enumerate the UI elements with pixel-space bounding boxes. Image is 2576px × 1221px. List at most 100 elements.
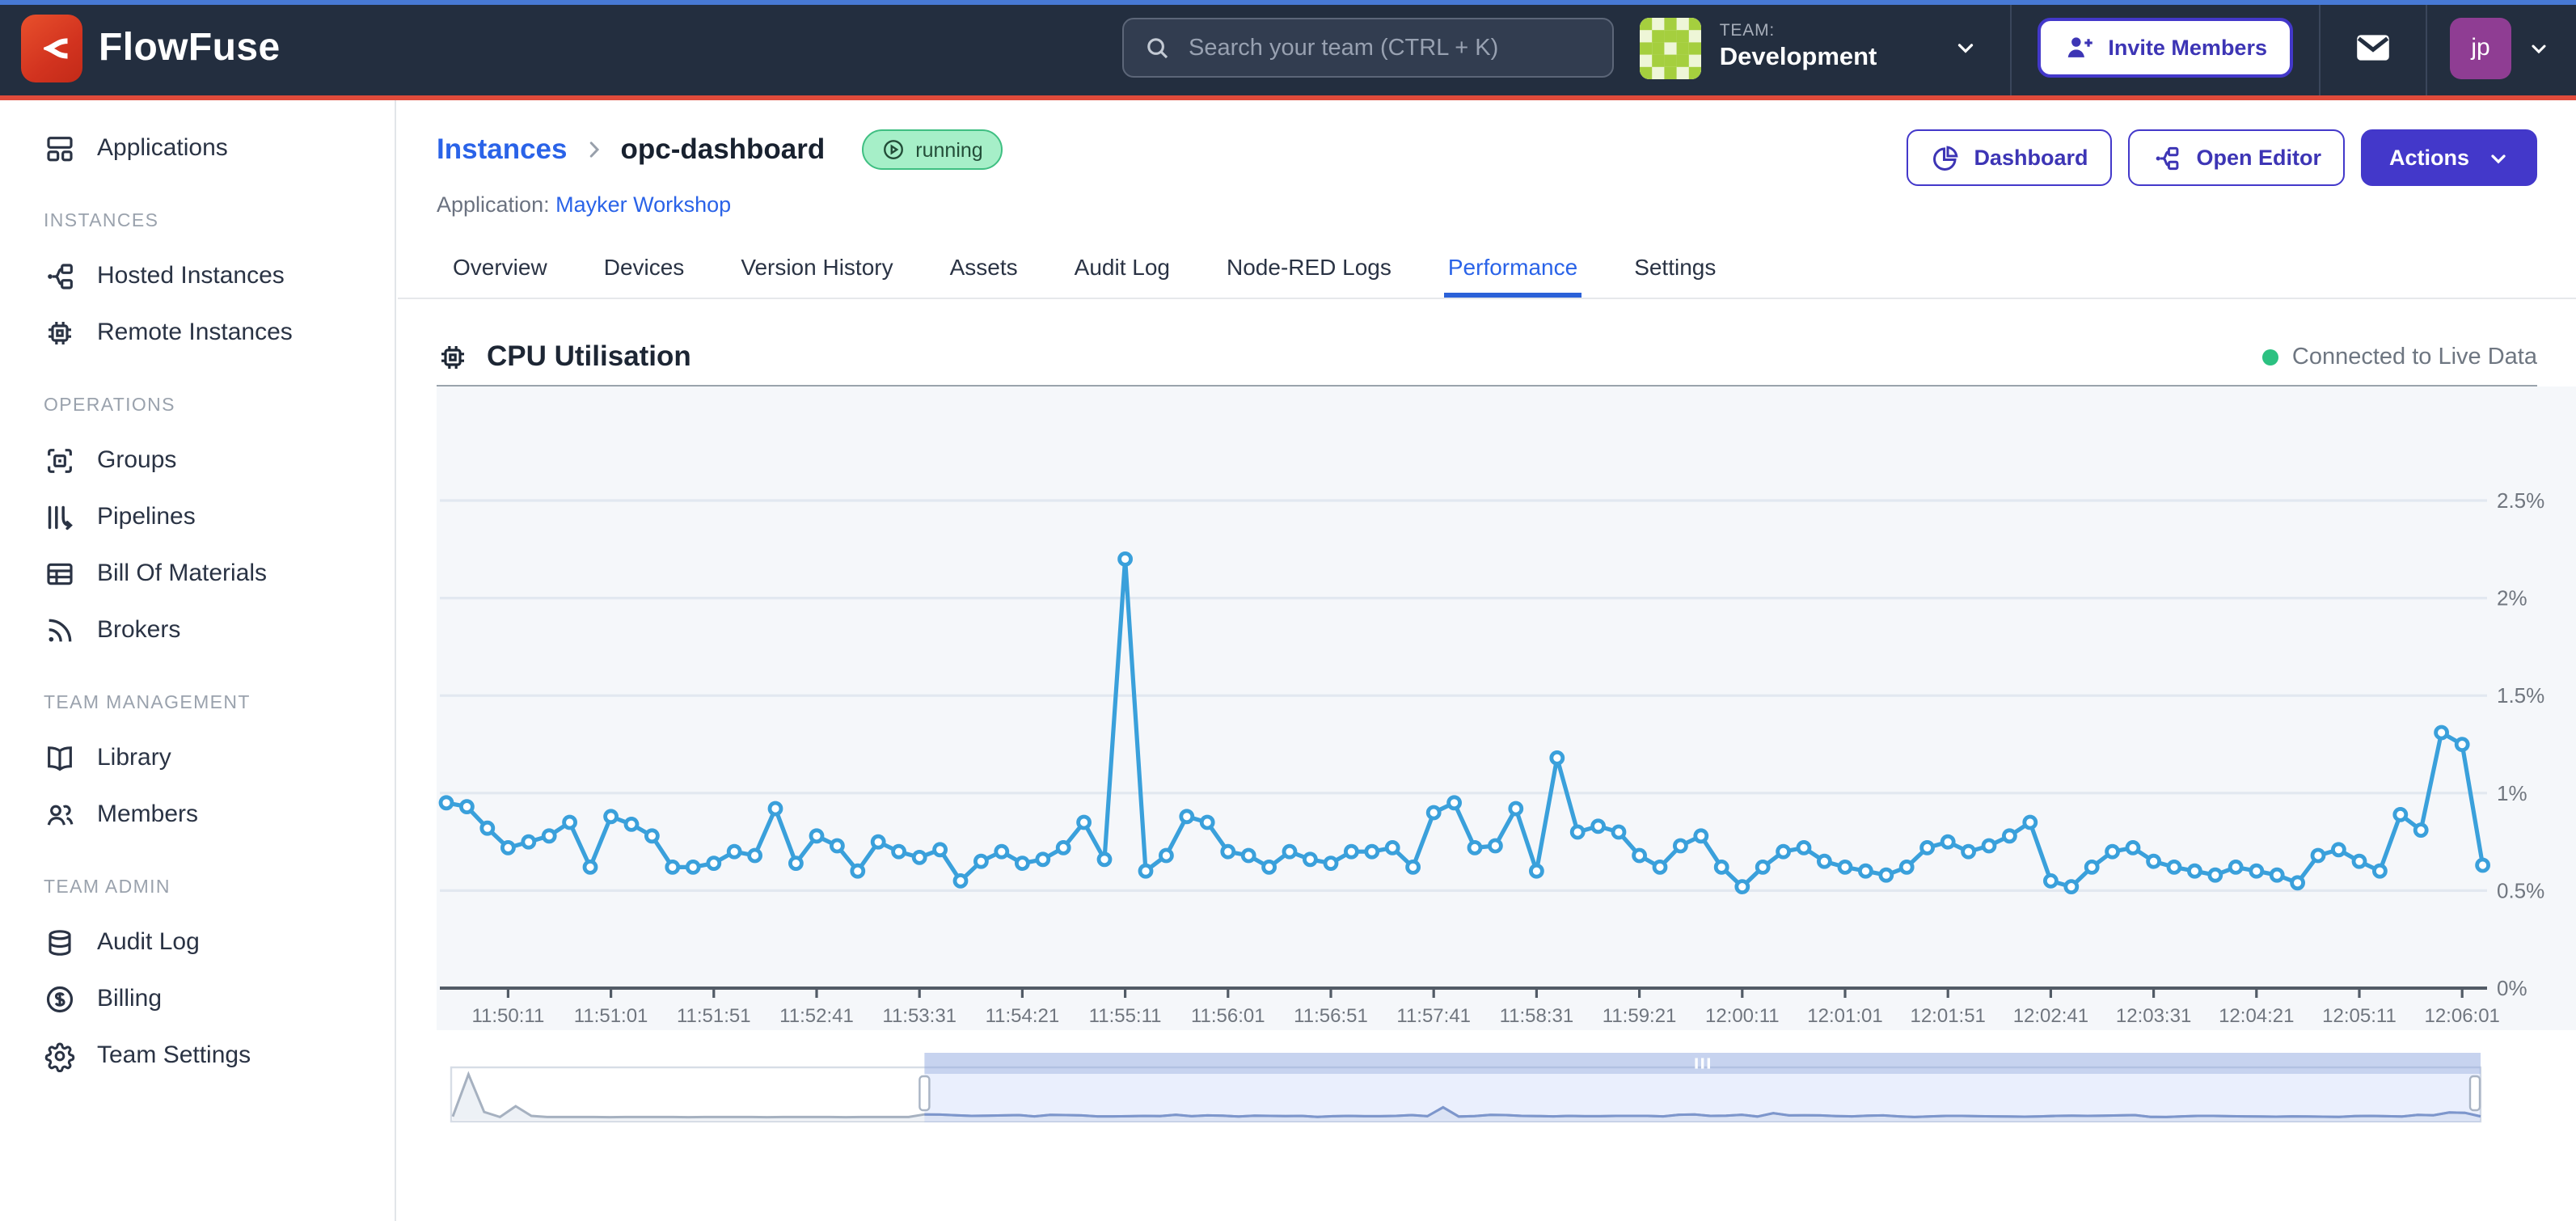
notifications-button[interactable] bbox=[2321, 27, 2426, 68]
data-point[interactable] bbox=[2395, 809, 2406, 820]
data-point[interactable] bbox=[996, 846, 1007, 857]
sidebar-item-members[interactable]: Members bbox=[0, 786, 395, 843]
data-point[interactable] bbox=[1099, 854, 1110, 865]
data-point[interactable] bbox=[1428, 807, 1439, 818]
data-point[interactable] bbox=[606, 811, 617, 822]
data-point[interactable] bbox=[1881, 869, 1892, 881]
data-point[interactable] bbox=[646, 830, 657, 842]
data-point[interactable] bbox=[1243, 850, 1254, 861]
data-point[interactable] bbox=[770, 803, 781, 814]
data-point[interactable] bbox=[2436, 727, 2447, 738]
data-point[interactable] bbox=[2107, 846, 2118, 857]
data-point[interactable] bbox=[2210, 869, 2221, 881]
data-point[interactable] bbox=[852, 865, 864, 877]
data-point[interactable] bbox=[1572, 826, 1583, 838]
sidebar-item-bill-of-materials[interactable]: Bill Of Materials bbox=[0, 545, 395, 602]
data-point[interactable] bbox=[728, 846, 740, 857]
data-point[interactable] bbox=[523, 836, 534, 847]
data-point[interactable] bbox=[482, 822, 493, 834]
data-point[interactable] bbox=[1264, 861, 1275, 872]
data-point[interactable] bbox=[2230, 861, 2241, 872]
data-point[interactable] bbox=[1366, 846, 1378, 857]
sidebar-item-billing[interactable]: Billing bbox=[0, 970, 395, 1027]
sidebar-item-team-settings[interactable]: Team Settings bbox=[0, 1027, 395, 1084]
data-point[interactable] bbox=[1408, 861, 1419, 872]
data-point[interactable] bbox=[2374, 865, 2385, 877]
data-point[interactable] bbox=[1983, 840, 1995, 851]
data-point[interactable] bbox=[1510, 803, 1522, 814]
data-point[interactable] bbox=[1016, 858, 1028, 869]
data-point[interactable] bbox=[708, 858, 720, 869]
data-point[interactable] bbox=[1942, 836, 1953, 847]
data-point[interactable] bbox=[1037, 854, 1049, 865]
data-point[interactable] bbox=[1798, 842, 1810, 853]
data-point[interactable] bbox=[1058, 842, 1069, 853]
data-point[interactable] bbox=[2271, 869, 2283, 881]
invite-members-button[interactable]: Invite Members bbox=[2037, 18, 2293, 78]
sidebar-item-remote-instances[interactable]: Remote Instances bbox=[0, 304, 395, 361]
data-point[interactable] bbox=[2004, 830, 2015, 842]
user-menu[interactable]: jp bbox=[2427, 17, 2576, 78]
team-switcher[interactable]: TEAM: Development bbox=[1611, 0, 2010, 95]
tab-devices[interactable]: Devices bbox=[601, 239, 688, 298]
data-point[interactable] bbox=[2292, 877, 2304, 889]
sidebar-item-pipelines[interactable]: Pipelines bbox=[0, 488, 395, 545]
data-point[interactable] bbox=[1325, 858, 1337, 869]
data-point[interactable] bbox=[2168, 861, 2180, 872]
data-point[interactable] bbox=[1963, 846, 1974, 857]
data-point[interactable] bbox=[1674, 840, 1686, 851]
data-point[interactable] bbox=[914, 851, 925, 863]
data-point[interactable] bbox=[1449, 797, 1460, 809]
sidebar-item-groups[interactable]: Groups bbox=[0, 432, 395, 488]
actions-button[interactable]: Actions bbox=[2362, 129, 2537, 186]
data-point[interactable] bbox=[1818, 856, 1830, 867]
data-point[interactable] bbox=[1654, 861, 1666, 872]
tab-assets[interactable]: Assets bbox=[947, 239, 1021, 298]
data-point[interactable] bbox=[564, 817, 576, 828]
search-input[interactable] bbox=[1185, 33, 1593, 62]
open-editor-button[interactable]: Open Editor bbox=[2128, 129, 2346, 186]
time-range-selector[interactable] bbox=[450, 1053, 2484, 1124]
data-point[interactable] bbox=[1531, 865, 1542, 877]
data-point[interactable] bbox=[687, 861, 699, 872]
data-point[interactable] bbox=[1387, 842, 1398, 853]
data-point[interactable] bbox=[872, 836, 884, 847]
data-point[interactable] bbox=[1160, 850, 1172, 861]
data-point[interactable] bbox=[750, 850, 761, 861]
data-point[interactable] bbox=[1593, 821, 1604, 832]
data-point[interactable] bbox=[1901, 861, 1912, 872]
sidebar-item-hosted-instances[interactable]: Hosted Instances bbox=[0, 247, 395, 304]
data-point[interactable] bbox=[1552, 752, 1563, 763]
data-point[interactable] bbox=[1634, 850, 1645, 861]
tab-node-red-logs[interactable]: Node-RED Logs bbox=[1223, 239, 1395, 298]
brand[interactable]: FlowFuse bbox=[0, 14, 281, 82]
data-point[interactable] bbox=[1469, 842, 1480, 853]
sidebar-item-audit-log[interactable]: Audit Log bbox=[0, 914, 395, 970]
data-point[interactable] bbox=[441, 797, 452, 809]
data-point[interactable] bbox=[1489, 840, 1501, 851]
data-point[interactable] bbox=[831, 840, 842, 851]
data-point[interactable] bbox=[461, 801, 472, 813]
data-point[interactable] bbox=[1860, 865, 1871, 877]
data-point[interactable] bbox=[1140, 865, 1151, 877]
data-point[interactable] bbox=[2189, 865, 2200, 877]
data-point[interactable] bbox=[2148, 856, 2160, 867]
data-point[interactable] bbox=[2086, 861, 2097, 872]
data-point[interactable] bbox=[2312, 850, 2324, 861]
data-point[interactable] bbox=[1737, 881, 1748, 893]
search-bar[interactable] bbox=[1122, 18, 1614, 78]
data-point[interactable] bbox=[2333, 844, 2344, 856]
data-point[interactable] bbox=[2127, 842, 2139, 853]
data-point[interactable] bbox=[2251, 865, 2262, 877]
data-point[interactable] bbox=[1079, 817, 1090, 828]
sidebar-item-brokers[interactable]: Brokers bbox=[0, 602, 395, 658]
data-point[interactable] bbox=[1778, 846, 1789, 857]
data-point[interactable] bbox=[1120, 553, 1131, 564]
data-point[interactable] bbox=[811, 830, 822, 842]
application-link[interactable]: Mayker Workshop bbox=[555, 192, 731, 217]
data-point[interactable] bbox=[935, 844, 946, 856]
tab-settings[interactable]: Settings bbox=[1631, 239, 1719, 298]
tab-performance[interactable]: Performance bbox=[1445, 239, 1581, 298]
range-handle-right[interactable] bbox=[2470, 1076, 2480, 1110]
data-point[interactable] bbox=[2415, 825, 2426, 836]
